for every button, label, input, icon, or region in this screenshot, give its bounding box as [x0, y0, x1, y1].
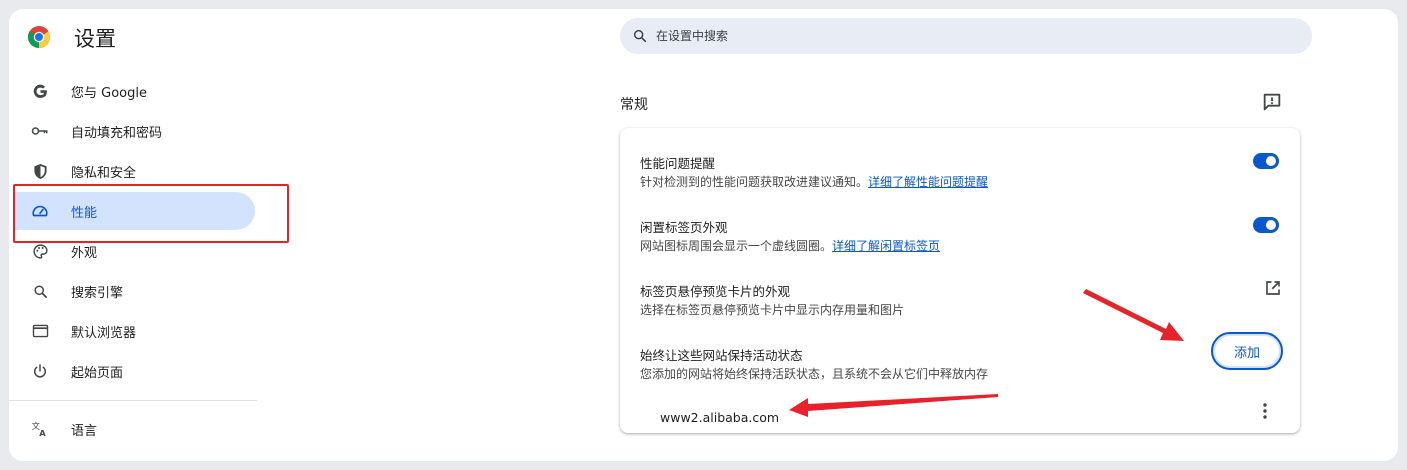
performance-alerts-toggle[interactable]	[1253, 153, 1279, 169]
sidebar-item-appearance[interactable]: 外观	[13, 232, 255, 270]
sidebar-item-label: 性能	[71, 205, 98, 221]
sidebar-item-label: 自动填充和密码	[71, 125, 163, 141]
search-bar[interactable]	[620, 18, 1312, 54]
speedometer-icon	[31, 202, 49, 220]
sidebar-item-label: 外观	[71, 245, 98, 261]
feedback-icon[interactable]	[1261, 91, 1283, 113]
row-description: 您添加的网站将始终保持活跃状态，且系统不会从它们中释放内存	[640, 367, 989, 381]
search-icon	[31, 282, 49, 300]
sidebar-item-you-and-google[interactable]: 您与 Google	[13, 72, 255, 110]
svg-text:A: A	[39, 428, 46, 438]
sidebar-item-label: 语言	[71, 423, 98, 439]
power-icon	[31, 362, 49, 380]
site-list-item: www2.alibaba.com	[660, 410, 780, 425]
add-site-button[interactable]: 添加	[1211, 332, 1283, 370]
key-icon	[31, 122, 49, 140]
sidebar-item-label: 隐私和安全	[71, 165, 137, 181]
palette-icon	[31, 242, 49, 260]
settings-window: 设置 您与 Google 自动填充和密码 隐私和安全 性能	[9, 9, 1398, 461]
performance-settings-card: 性能问题提醒 针对检测到的性能问题获取改进建议通知。详细了解性能问题提醒 闲置标…	[620, 128, 1300, 433]
page-title: 设置	[74, 27, 116, 51]
browser-window-icon	[31, 322, 49, 340]
row-description: 选择在标签页悬停预览卡片中显示内存用量和图片	[640, 303, 905, 317]
sidebar-item-label: 默认浏览器	[71, 325, 137, 341]
chrome-logo-icon	[27, 26, 51, 49]
sidebar-item-startup[interactable]: 起始页面	[13, 352, 255, 390]
learn-more-link[interactable]: 详细了解闲置标签页	[832, 239, 940, 253]
row-title: 性能问题提醒	[640, 156, 716, 171]
section-title: 常规	[620, 97, 648, 113]
learn-more-link[interactable]: 详细了解性能问题提醒	[868, 175, 988, 189]
sidebar-item-default-browser[interactable]: 默认浏览器	[13, 312, 255, 350]
google-g-icon	[31, 82, 49, 100]
search-icon	[633, 29, 647, 43]
row-description: 网站图标周围会显示一个虚线圆圈。详细了解闲置标签页	[640, 239, 941, 253]
inactive-tabs-toggle[interactable]	[1253, 217, 1279, 233]
row-description: 针对检测到的性能问题获取改进建议通知。详细了解性能问题提醒	[640, 175, 989, 189]
sidebar-item-autofill[interactable]: 自动填充和密码	[13, 112, 255, 150]
external-link-icon[interactable]	[1264, 279, 1282, 297]
sidebar-item-search-engine[interactable]: 搜索引擎	[13, 272, 255, 310]
sidebar-item-privacy[interactable]: 隐私和安全	[13, 152, 255, 190]
sidebar-item-label: 搜索引擎	[71, 285, 124, 301]
translate-icon: 文A	[31, 420, 49, 438]
sidebar-divider	[9, 400, 257, 401]
sidebar-item-label: 起始页面	[71, 365, 124, 381]
more-options-icon[interactable]	[1257, 400, 1273, 422]
search-input[interactable]	[656, 29, 1256, 43]
sidebar-item-languages[interactable]: 文A 语言	[13, 410, 255, 448]
shield-icon	[31, 162, 49, 180]
row-title: 标签页悬停预览卡片的外观	[640, 284, 791, 299]
row-title: 闲置标签页外观	[640, 220, 728, 235]
sidebar-item-performance[interactable]: 性能	[13, 192, 255, 230]
sidebar-item-label: 您与 Google	[71, 85, 147, 101]
row-title: 始终让这些网站保持活动状态	[640, 348, 803, 363]
